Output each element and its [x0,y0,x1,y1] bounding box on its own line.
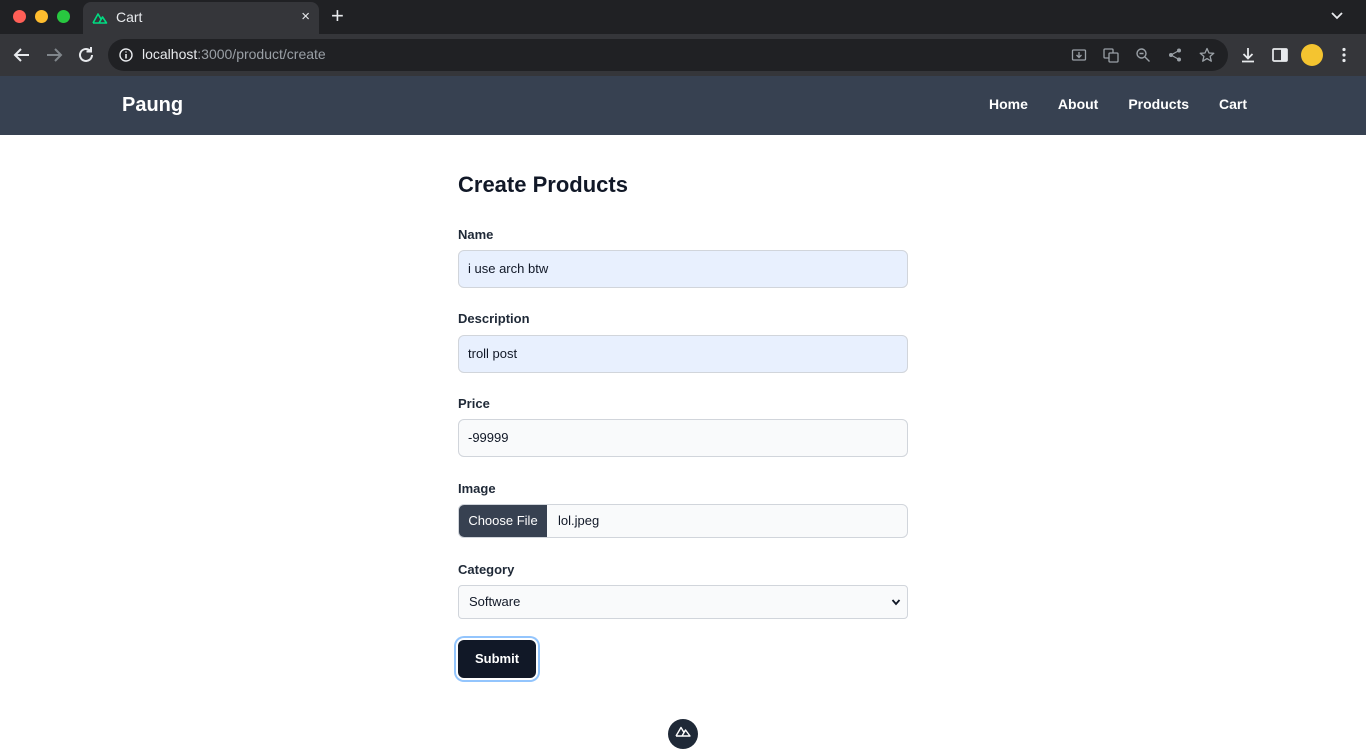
category-label: Category [458,562,515,577]
new-tab-button[interactable]: + [331,4,344,28]
submit-button[interactable]: Submit [458,640,536,678]
info-icon[interactable] [119,48,133,62]
name-label: Name [458,227,494,242]
zoom-icon[interactable] [1135,47,1151,63]
star-icon[interactable] [1199,47,1215,63]
tab-close-icon[interactable]: × [301,7,310,27]
category-selected-value: Software [469,594,521,609]
browser-tab[interactable]: Cart × [83,2,319,34]
address-bar[interactable]: localhost:3000/product/create [108,39,1228,71]
price-label: Price [458,396,490,411]
forward-icon[interactable] [43,44,65,66]
name-field[interactable]: i use arch btw [458,250,908,288]
translate-icon[interactable] [1103,47,1119,63]
image-file-input[interactable]: Choose File lol.jpeg [458,504,908,538]
close-window-button[interactable] [13,10,26,23]
minimize-window-button[interactable] [35,10,48,23]
url-host: localhost [142,46,198,62]
nav-link-products[interactable]: Products [1128,96,1189,112]
nuxt-icon [675,726,691,737]
share-icon[interactable] [1167,47,1183,63]
site-navbar: Paung Home About Products Cart [0,76,1366,135]
tab-title: Cart [116,9,143,25]
selected-file-name: lol.jpeg [558,513,600,528]
install-icon[interactable] [1071,47,1087,63]
nuxt-icon [92,13,108,24]
image-label: Image [458,481,496,496]
brand-logo[interactable]: Paung [122,94,183,117]
nav-link-cart[interactable]: Cart [1219,96,1247,112]
description-field[interactable]: troll post [458,335,908,373]
browser-tab-strip: Cart × + [0,0,1366,34]
choose-file-button[interactable]: Choose File [459,505,547,537]
side-panel-icon[interactable] [1271,46,1289,64]
page-title: Create Products [458,172,628,197]
url-text: localhost:3000/product/create [142,46,326,62]
nav-link-home[interactable]: Home [989,96,1028,112]
url-path: :3000/product/create [197,46,326,62]
menu-icon[interactable] [1335,46,1353,64]
reload-icon[interactable] [75,44,97,66]
category-select[interactable]: Software [458,585,908,619]
nav-link-about[interactable]: About [1058,96,1098,112]
devtools-button[interactable] [668,719,698,749]
description-label: Description [458,311,530,326]
chevron-down-icon [891,599,901,606]
maximize-window-button[interactable] [57,10,70,23]
nav-links: Home About Products Cart [989,96,1247,112]
price-field[interactable]: -99999 [458,419,908,457]
tab-search-chevron-icon[interactable] [1330,8,1344,22]
browser-toolbar: localhost:3000/product/create [0,34,1366,76]
download-icon[interactable] [1239,46,1257,64]
back-icon[interactable] [11,44,33,66]
profile-avatar[interactable] [1301,44,1323,66]
